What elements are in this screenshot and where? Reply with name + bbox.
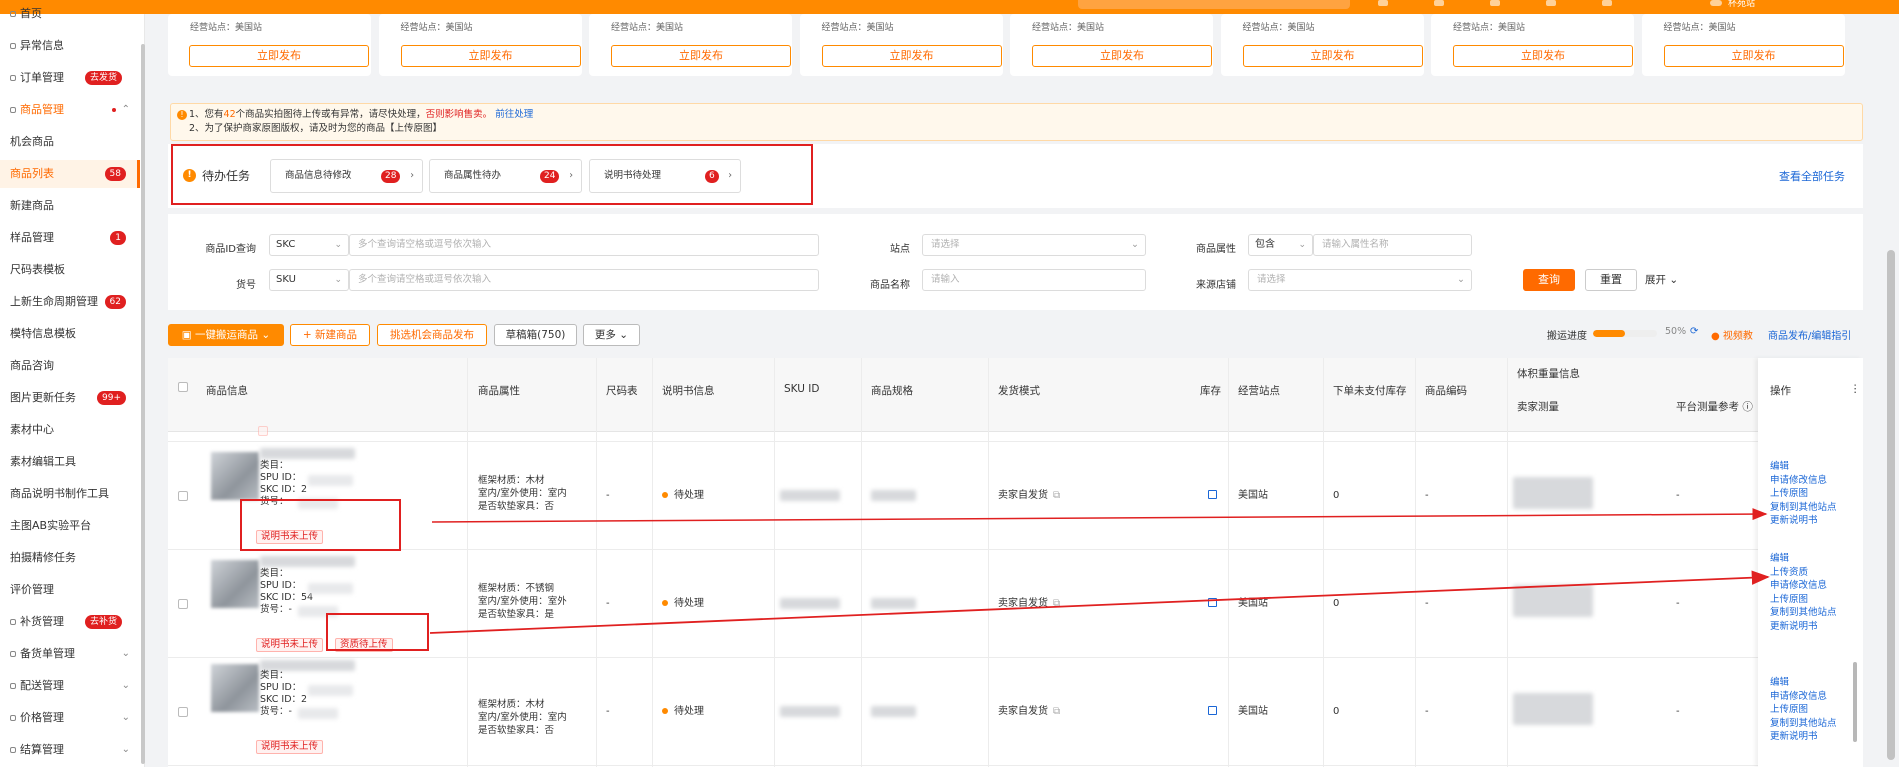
annotation-arrows <box>429 508 1770 634</box>
arrow-manual-to-update <box>431 508 1768 523</box>
arrow-qualification-to-upload <box>429 570 1770 634</box>
